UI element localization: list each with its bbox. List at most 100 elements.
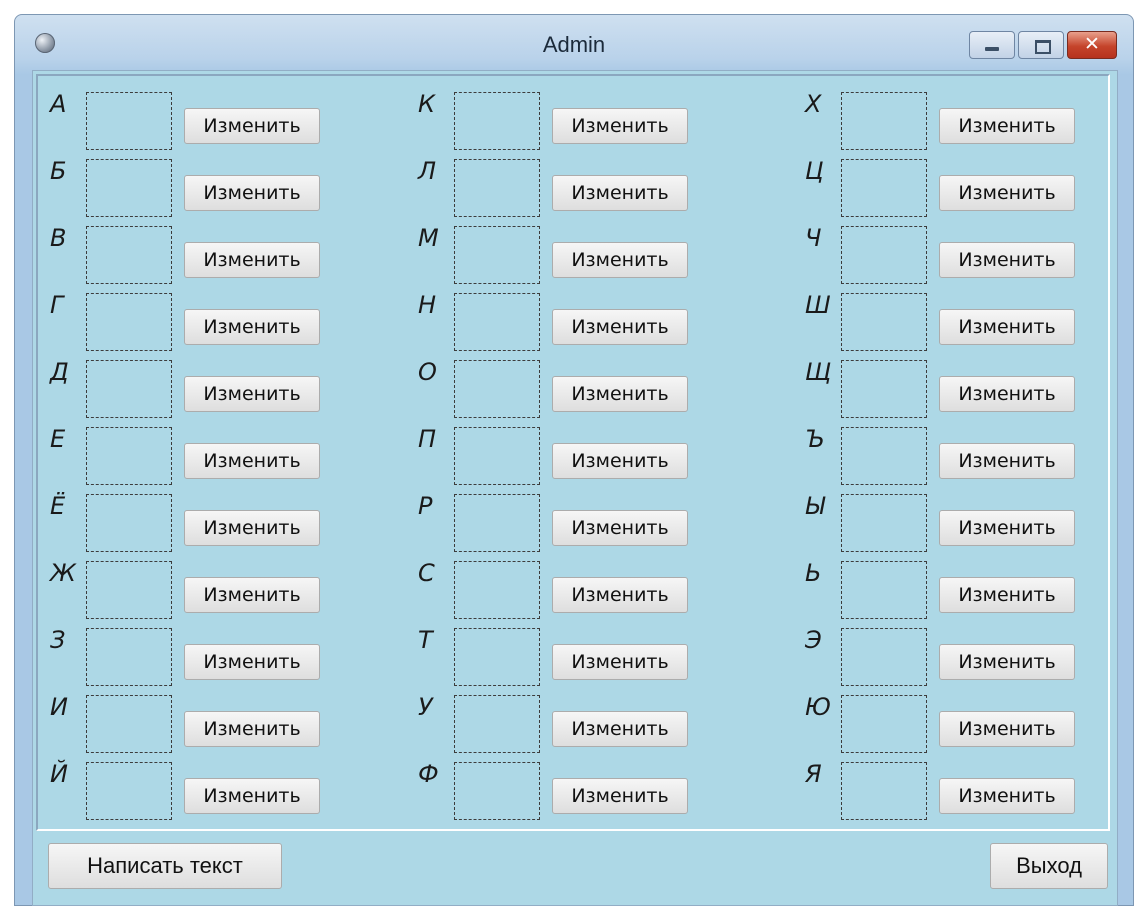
change-button[interactable]: Изменить [552,778,688,814]
change-button[interactable]: Изменить [184,443,320,479]
letter-image-box [841,293,927,351]
change-button[interactable]: Изменить [939,577,1075,613]
letter-image-box [86,762,172,820]
letter-image-box [454,494,540,552]
letter-image-box [86,92,172,150]
exit-button[interactable]: Выход [990,843,1108,889]
change-button[interactable]: Изменить [184,644,320,680]
change-button[interactable]: Изменить [939,108,1075,144]
change-button[interactable]: Изменить [552,108,688,144]
letter-label: Э [805,626,822,654]
change-button[interactable]: Изменить [552,711,688,747]
close-icon: ✕ [1084,33,1100,55]
letter-label: Г [50,291,64,319]
change-button[interactable]: Изменить [184,376,320,412]
change-button[interactable]: Изменить [552,510,688,546]
change-button[interactable]: Изменить [939,175,1075,211]
letter-label: Ё [50,492,66,520]
letter-label: Т [418,626,433,654]
letter-label: И [50,693,68,721]
change-button[interactable]: Изменить [939,778,1075,814]
client-area: А Изменить Б Изменить В Изменить Г Изменить Д Изм… [32,70,1118,906]
letter-image-box [454,360,540,418]
letter-label: Х [805,90,822,118]
letter-label: Л [418,157,437,185]
minimize-button[interactable] [969,31,1015,59]
change-button[interactable]: Изменить [552,309,688,345]
letter-label: У [418,693,433,721]
change-button[interactable]: Изменить [939,443,1075,479]
letter-label: О [418,358,437,386]
letter-image-box [86,293,172,351]
letter-label: З [50,626,66,654]
letter-label: П [418,425,437,453]
write-text-button[interactable]: Написать текст [48,843,282,889]
letter-image-box [454,427,540,485]
change-button[interactable]: Изменить [552,644,688,680]
letter-image-box [454,293,540,351]
letter-image-box [86,427,172,485]
maximize-button[interactable] [1018,31,1064,59]
change-button[interactable]: Изменить [939,242,1075,278]
change-button[interactable]: Изменить [184,309,320,345]
change-button[interactable]: Изменить [184,510,320,546]
caption-buttons: ✕ [969,31,1117,59]
change-button[interactable]: Изменить [184,175,320,211]
letter-image-box [841,159,927,217]
change-button[interactable]: Изменить [184,577,320,613]
letter-image-box [841,494,927,552]
change-button[interactable]: Изменить [552,175,688,211]
letter-label: Ж [50,559,76,587]
letter-image-box [841,427,927,485]
letter-image-box [454,762,540,820]
change-button[interactable]: Изменить [939,376,1075,412]
change-button[interactable]: Изменить [939,510,1075,546]
letter-label: К [418,90,436,118]
letter-image-box [841,695,927,753]
letter-label: Б [50,157,67,185]
change-button[interactable]: Изменить [184,108,320,144]
window-title: Admin [542,32,606,57]
change-button[interactable]: Изменить [184,711,320,747]
letters-panel: А Изменить Б Изменить В Изменить Г Изменить Д Изм… [36,74,1110,831]
close-button[interactable]: ✕ [1067,31,1117,59]
letter-label: Ь [805,559,822,587]
change-button[interactable]: Изменить [939,644,1075,680]
letter-image-box [454,159,540,217]
letter-image-box [86,628,172,686]
letter-label: С [418,559,435,587]
minimize-icon [985,47,999,51]
letter-label: Р [418,492,433,520]
change-button[interactable]: Изменить [552,577,688,613]
letter-label: Д [50,358,69,386]
letter-image-box [86,226,172,284]
letter-label: Н [418,291,437,319]
letter-image-box [86,494,172,552]
letter-image-box [86,159,172,217]
change-button[interactable]: Изменить [552,443,688,479]
letter-label: Й [50,760,68,788]
change-button[interactable]: Изменить [184,242,320,278]
title-bar[interactable]: Admin ✕ [15,15,1133,71]
letter-image-box [841,561,927,619]
change-button[interactable]: Изменить [939,711,1075,747]
letter-image-box [454,92,540,150]
letter-label: Ф [418,760,439,788]
letter-label: А [50,90,67,118]
letter-image-box [454,561,540,619]
letter-label: М [418,224,439,252]
change-button[interactable]: Изменить [184,778,320,814]
change-button[interactable]: Изменить [552,376,688,412]
letter-image-box [841,92,927,150]
letter-image-box [86,695,172,753]
letter-image-box [841,628,927,686]
letter-label: Ы [805,492,825,520]
change-button[interactable]: Изменить [552,242,688,278]
maximize-icon [1035,40,1051,54]
letter-image-box [86,561,172,619]
letter-image-box [454,695,540,753]
letter-label: Ю [805,693,831,721]
letter-label: Ц [805,157,824,185]
change-button[interactable]: Изменить [939,309,1075,345]
letter-label: Щ [805,358,832,386]
